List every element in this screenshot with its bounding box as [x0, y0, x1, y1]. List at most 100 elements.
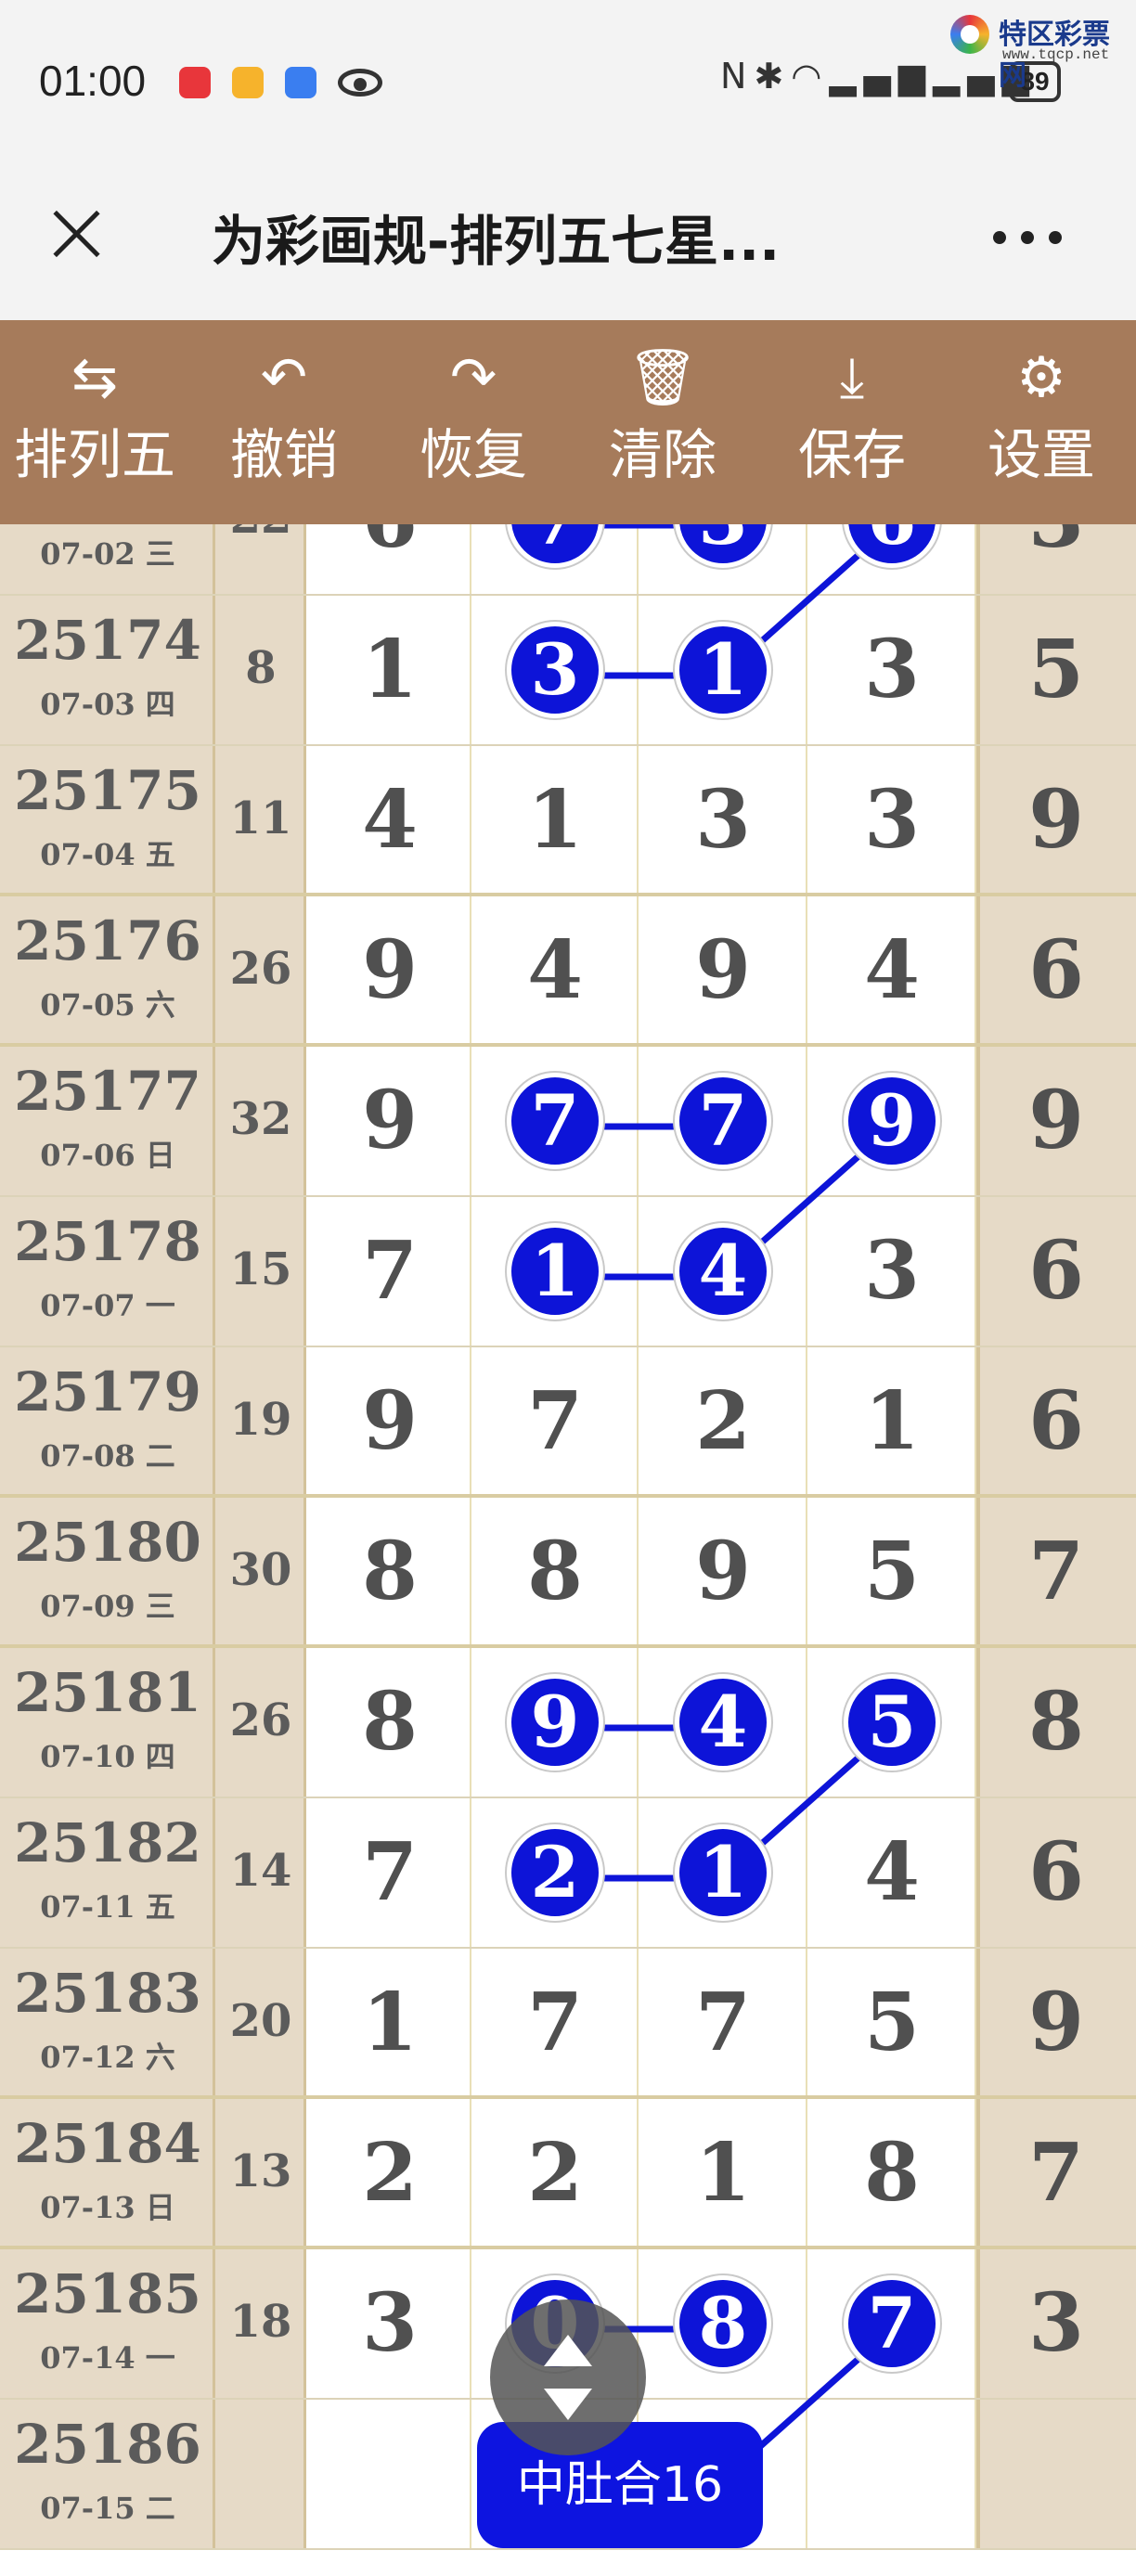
issue-date: 07-15 二	[40, 2491, 175, 2526]
browser-notification-icon	[285, 67, 316, 98]
undo-button[interactable]: ↶ 撤销	[189, 320, 379, 524]
grid-cell[interactable]	[807, 2400, 976, 2548]
eye-icon	[338, 69, 382, 97]
table-row: 25181 07-10 四 26 8 9 4 5 8	[0, 1648, 1136, 1798]
highlighted-digit: 7	[507, 1073, 603, 1169]
issue-date: 07-08 二	[40, 1438, 175, 1474]
digit: 4	[527, 923, 583, 1017]
save-button[interactable]: ⤓ 保存	[757, 320, 947, 524]
trend-chart[interactable]: 2517307-02 三22673632517407-03 四813135251…	[0, 524, 1136, 2576]
digit-sum: 11	[229, 792, 292, 844]
digit: 1	[527, 773, 583, 867]
title-bar: 为彩画规-排列五七星...	[0, 162, 1136, 320]
fifth-digit: 3	[1028, 2276, 1084, 2370]
digit-sum: 20	[229, 1995, 292, 2047]
issue-date: 07-13 日	[40, 2190, 175, 2225]
digit: 3	[864, 1224, 920, 1318]
digit: 1	[864, 1374, 920, 1468]
lottery-switch-button[interactable]: ⇆ 排列五	[0, 320, 189, 524]
digit-sum: 19	[229, 1394, 292, 1446]
issue-number: 25179	[14, 1360, 201, 1423]
highlighted-digit: 4	[675, 1223, 771, 1320]
bluetooth-icon: ✱	[754, 56, 792, 97]
digit: 8	[864, 2126, 920, 2220]
fifth-digit: 5	[1028, 623, 1084, 716]
settings-button[interactable]: ⚙ 设置	[947, 320, 1136, 524]
redo-button[interactable]: ↷ 恢复	[379, 320, 568, 524]
digit: 3	[695, 773, 751, 867]
digit: 9	[362, 923, 418, 1017]
fifth-digit-cell	[976, 2400, 1136, 2548]
digit-sum: 32	[229, 1093, 292, 1145]
toolbar: ⇆ 排列五 ↶ 撤销 ↷ 恢复 🗑 清除 ⤓ 保存 ⚙ 设置	[0, 320, 1136, 524]
issue-number: 25184	[14, 2112, 201, 2175]
table-row: 25174 07-03 四813135	[0, 596, 1136, 746]
digit: 3	[864, 773, 920, 867]
more-options-button[interactable]	[993, 224, 1067, 251]
digit: 4	[864, 1825, 920, 1919]
toolbar-label: 恢复	[419, 423, 527, 486]
digit: 1	[362, 1976, 418, 2069]
fifth-digit: 6	[1028, 1825, 1084, 1919]
highlighted-digit: 1	[675, 1824, 771, 1921]
issue-number: 25182	[14, 1811, 201, 1874]
issue-number: 25177	[14, 1060, 201, 1123]
digit: 3	[362, 2276, 418, 2370]
highlighted-digit: 7	[675, 1073, 771, 1169]
fifth-digit: 7	[1028, 2126, 1084, 2220]
highlighted-digit: 1	[675, 622, 771, 718]
highlighted-digit: 1	[507, 1223, 603, 1320]
issue-date: 07-04 五	[40, 837, 175, 872]
digit-sum: 8	[245, 642, 277, 694]
digit: 9	[695, 923, 751, 1017]
highlighted-digit: 9	[507, 1674, 603, 1771]
digit: 1	[695, 2126, 751, 2220]
issue-date: 07-09 三	[40, 1589, 175, 1624]
arrow-down-icon	[544, 2389, 592, 2420]
fifth-digit: 9	[1028, 1976, 1084, 2069]
issue-number: 25183	[14, 1962, 201, 2025]
signal-icon: ▂▄▆	[829, 56, 934, 97]
table-row: 25184 07-13 日 13 2 2 1 8 7	[0, 2099, 1136, 2249]
issue-date: 07-07 一	[40, 1288, 175, 1323]
highlighted-digit: 7	[844, 2275, 940, 2372]
digit: 1	[362, 623, 418, 716]
digit: 2	[527, 2126, 583, 2220]
digit-sum: 18	[229, 2296, 292, 2348]
combo-badge[interactable]: 中肚合16	[477, 2422, 763, 2548]
watermark-url: www.tqcp.net	[1002, 46, 1110, 63]
issue-date: 07-11 五	[40, 1889, 175, 1925]
digit-sum: 26	[229, 943, 292, 995]
digit: 3	[864, 623, 920, 716]
redo-icon: ↷	[449, 345, 497, 410]
highlighted-digit: 5	[844, 1674, 940, 1771]
digit: 7	[527, 1374, 583, 1468]
table-row: 25175 07-04 五 11 4 1 3 3 9	[0, 746, 1136, 896]
digit-sum: 22	[215, 524, 306, 544]
grid-cell[interactable]	[308, 2400, 471, 2548]
digit: 2	[695, 1374, 751, 1468]
issue-number: 25186	[14, 2413, 201, 2476]
digit: 9	[362, 1074, 418, 1167]
highlighted-digit: 4	[675, 1674, 771, 1771]
digit: 6	[343, 524, 436, 573]
mail-notification-icon	[232, 67, 264, 98]
fifth-digit: 8	[1028, 1675, 1084, 1769]
issue-number: 25176	[14, 909, 201, 972]
clear-button[interactable]: 🗑 清除	[568, 320, 757, 524]
digit: 4	[864, 923, 920, 1017]
close-button[interactable]	[45, 201, 110, 266]
issue-date: 07-03 四	[40, 687, 175, 722]
table-row: 25177 07-06 日 32 9 7 7 9 9	[0, 1047, 1136, 1197]
digit: 2	[362, 2126, 418, 2220]
digit-sum: 15	[229, 1243, 292, 1295]
table-row: 25180 07-09 三 30 8 8 9 5 7	[0, 1498, 1136, 1648]
table-row: 25182 07-11 五 14 7 2 1 4 6	[0, 1798, 1136, 1949]
app-notification-icon	[179, 67, 211, 98]
scroll-toggle-button[interactable]	[490, 2299, 646, 2455]
undo-icon: ↶	[260, 345, 308, 410]
fifth-digit: 7	[1028, 1525, 1084, 1618]
issue-date: 07-10 四	[40, 1739, 175, 1774]
fifth-digit: 6	[1028, 1224, 1084, 1318]
digit: 7	[527, 1976, 583, 2069]
